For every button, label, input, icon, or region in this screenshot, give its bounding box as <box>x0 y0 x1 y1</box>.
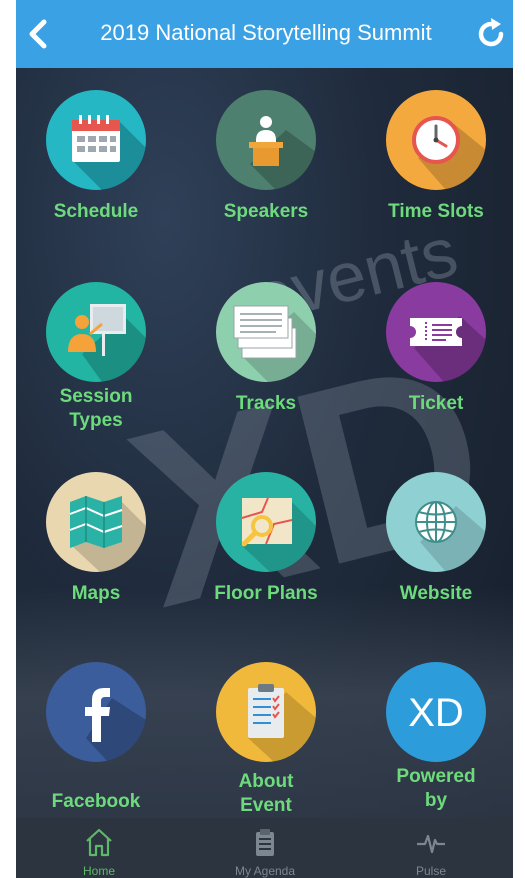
tile-schedule[interactable]: Schedule <box>16 90 176 270</box>
header-bar: 2019 National Storytelling Summit <box>16 0 513 68</box>
tile-label: Website <box>399 583 473 604</box>
tile-label: Tracks <box>235 393 297 414</box>
tile-label-line: Powered <box>396 766 476 787</box>
tile-label: Ticket <box>408 393 464 414</box>
tile-label-line: Event <box>240 795 292 816</box>
tile-label: Session Types <box>16 385 176 433</box>
tile-about-event[interactable]: About Event <box>186 662 346 818</box>
svg-text:XD: XD <box>408 691 464 735</box>
cards-icon <box>233 305 316 382</box>
tab-label: My Agenda <box>234 864 296 878</box>
tile-icon-circle <box>216 282 316 382</box>
tile-icon-circle <box>46 90 146 190</box>
tile-website[interactable]: Website <box>356 472 513 652</box>
presentation-icon <box>68 304 146 382</box>
tile-icon-circle <box>216 662 316 762</box>
tile-icon-circle <box>216 90 316 190</box>
tile-label-line: Session <box>59 386 133 407</box>
tile-tracks[interactable]: Tracks <box>186 282 346 462</box>
tile-label: Floor Plans <box>214 583 318 604</box>
tile-speakers[interactable]: Speakers <box>186 90 346 270</box>
calendar-icon <box>72 115 146 190</box>
app-screen: 2019 National Storytelling Summit events… <box>16 0 513 878</box>
tile-icon-circle: XD <box>386 662 486 762</box>
globe-icon <box>415 501 486 572</box>
map-icon <box>69 496 146 572</box>
facebook-icon <box>85 688 146 762</box>
refresh-icon <box>478 18 504 47</box>
tile-icon-circle <box>386 472 486 572</box>
tile-label: Speakers <box>223 201 309 222</box>
tile-label: Time Slots <box>388 201 484 222</box>
page-title: 2019 National Storytelling Summit <box>100 20 432 45</box>
tab-pulse[interactable]: Pulse <box>348 818 513 878</box>
clipboard-icon <box>248 684 316 762</box>
tile-ticket[interactable]: Ticket <box>356 282 513 462</box>
tile-session-types[interactable]: Session Types <box>16 282 176 462</box>
tab-my-agenda[interactable]: My Agenda <box>182 818 348 878</box>
refresh-button[interactable] <box>471 14 511 54</box>
tile-floor-plans[interactable]: Floor Plans <box>186 472 346 652</box>
tile-icon-circle <box>386 282 486 382</box>
tile-label: About Event <box>186 770 346 818</box>
tile-label: Schedule <box>53 201 139 222</box>
tab-label: Pulse <box>415 864 447 878</box>
main-grid: events XD Schedule Speakers Time Slots S… <box>16 68 513 818</box>
tile-powered-by[interactable]: XD Powered by <box>356 662 513 818</box>
tile-icon-circle <box>386 90 486 190</box>
back-button[interactable] <box>20 14 60 54</box>
tile-icon-circle <box>46 282 146 382</box>
tile-label-line: About <box>238 771 294 792</box>
pulse-icon <box>417 834 445 854</box>
tile-label: Powered by <box>356 765 513 813</box>
tile-label-line: by <box>424 790 448 811</box>
home-icon <box>86 828 112 857</box>
tile-icon-circle <box>46 662 146 762</box>
ticket-icon <box>410 316 486 382</box>
tile-label: Facebook <box>51 791 141 812</box>
clock-icon <box>412 116 486 190</box>
tile-facebook[interactable]: Facebook <box>16 662 176 818</box>
xd-logo-icon: XD <box>408 691 464 735</box>
tile-maps[interactable]: Maps <box>16 472 176 652</box>
agenda-icon <box>256 829 274 856</box>
bottom-tab-bar: Home My Agenda Pulse <box>16 818 513 878</box>
tile-icon-circle <box>46 472 146 572</box>
chevron-left-icon <box>29 19 47 49</box>
tile-label: Maps <box>71 583 121 604</box>
tab-home[interactable]: Home <box>16 818 182 878</box>
tile-time-slots[interactable]: Time Slots <box>356 90 513 270</box>
tab-label: Home <box>82 864 115 878</box>
speaker-podium-icon <box>249 116 316 190</box>
tile-icon-circle <box>216 472 316 572</box>
floor-plan-icon <box>240 497 316 572</box>
tile-label-line: Types <box>69 410 123 431</box>
